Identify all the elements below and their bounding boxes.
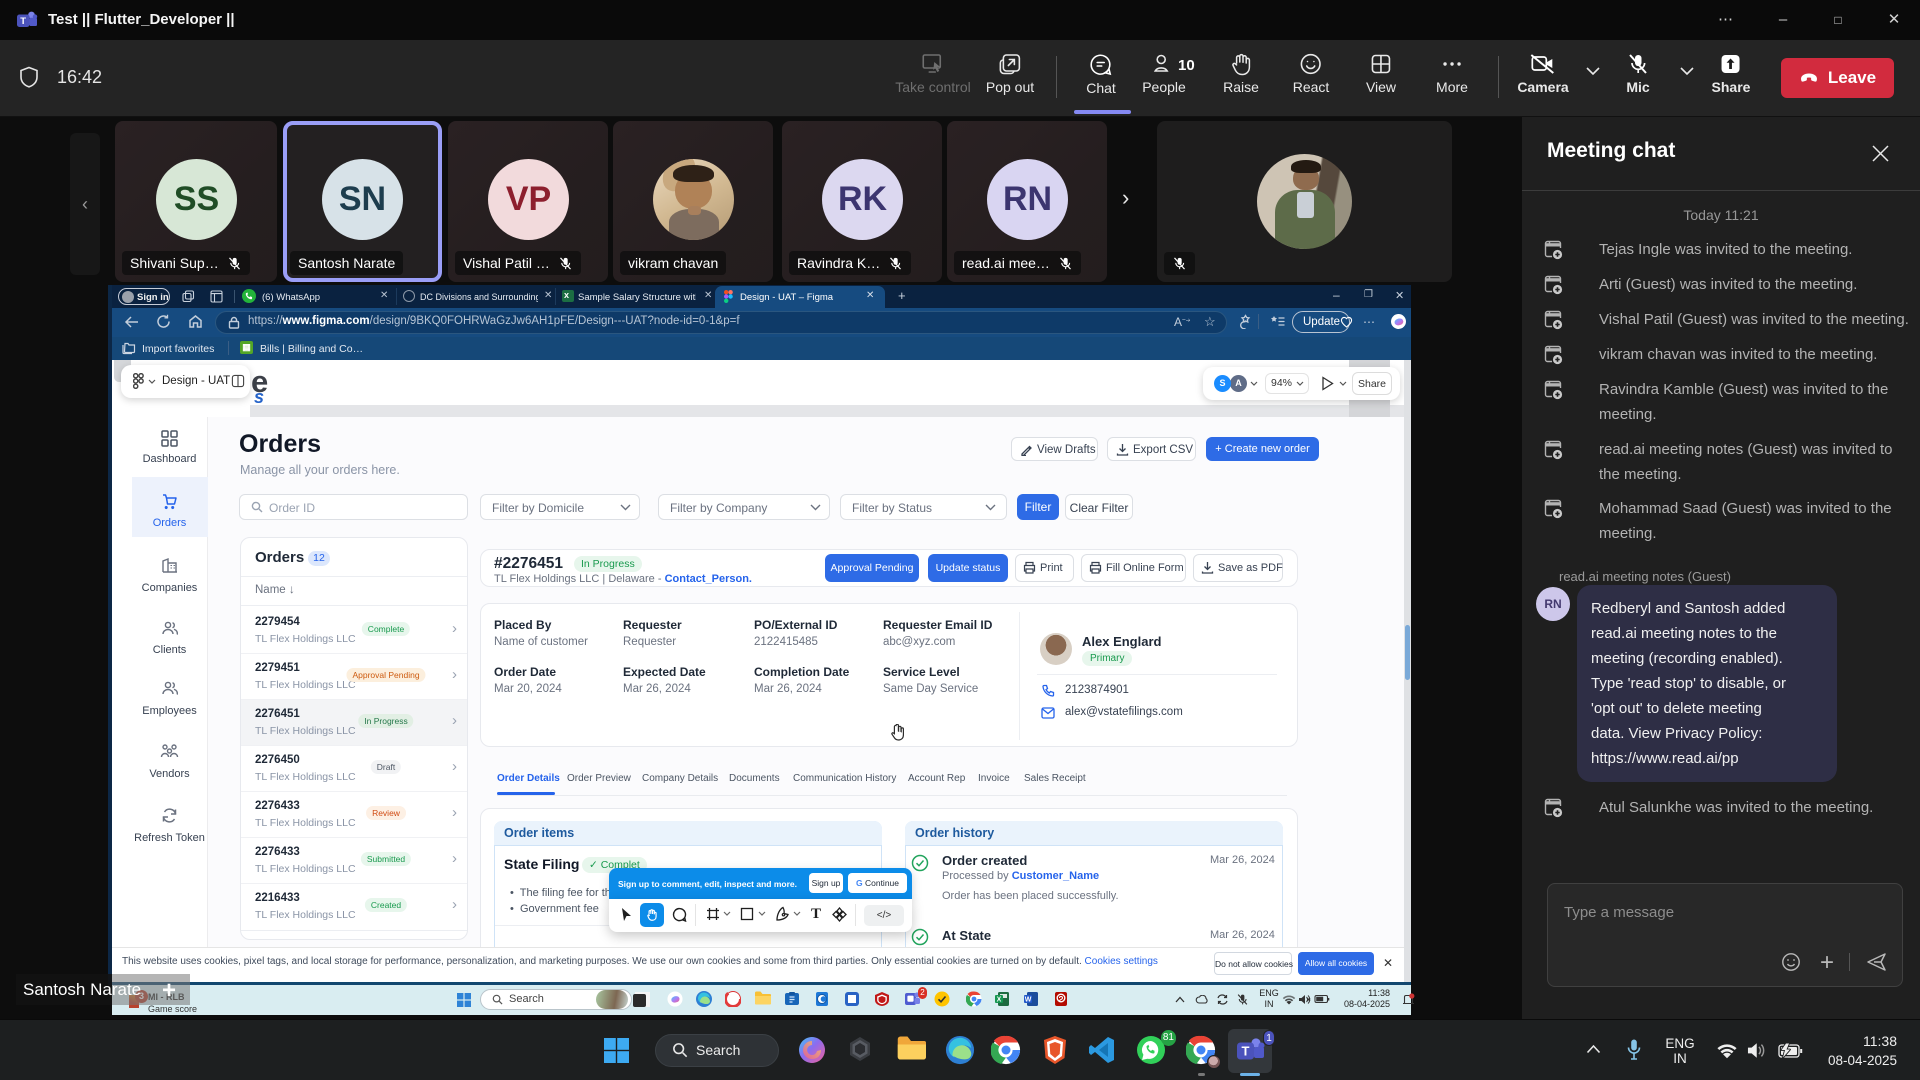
svg-text:T: T xyxy=(20,16,26,27)
svg-text:W: W xyxy=(1025,997,1032,1004)
svg-text:X: X xyxy=(997,997,1002,1004)
svg-text:T: T xyxy=(1242,1044,1250,1059)
